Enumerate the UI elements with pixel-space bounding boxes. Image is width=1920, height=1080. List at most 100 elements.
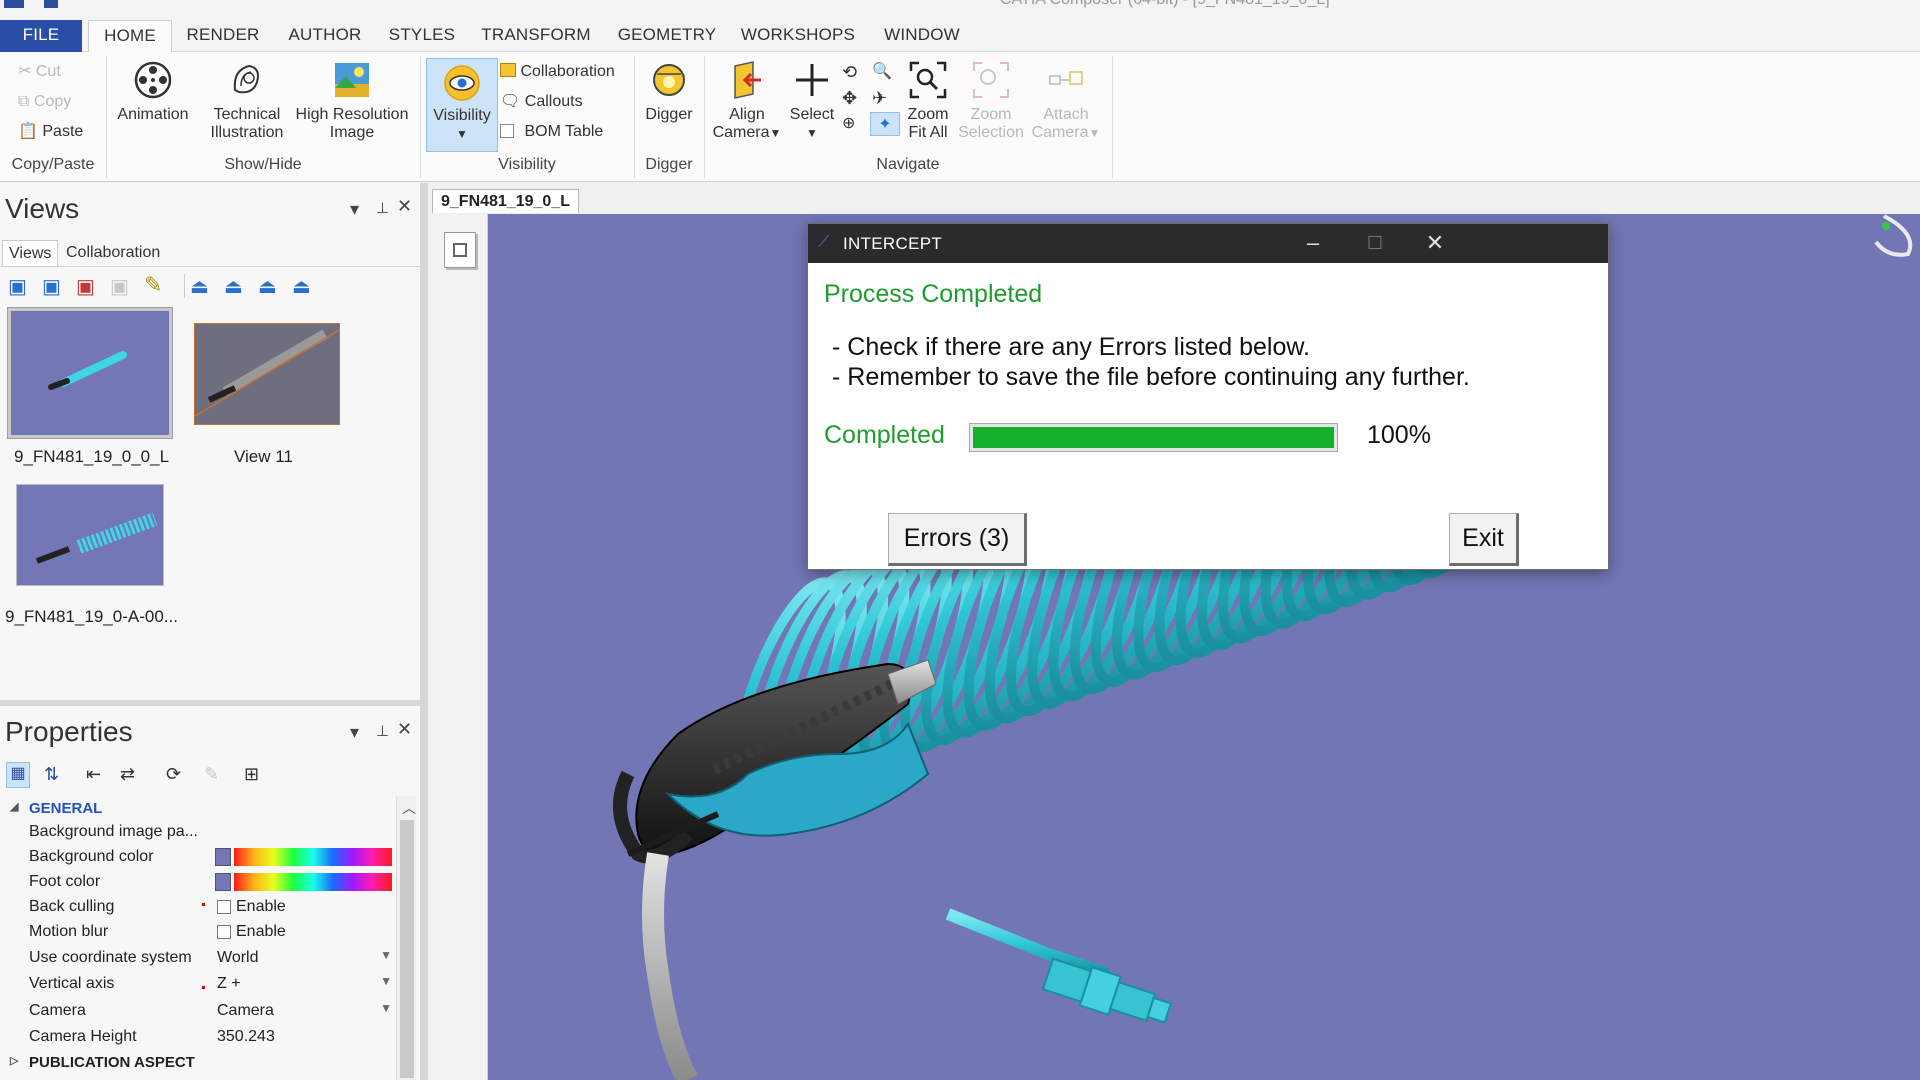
property-row[interactable]: Vertical axis Z + ▼: [0, 972, 400, 996]
property-row[interactable]: Use coordinate system World ▼: [0, 946, 400, 970]
tab-render[interactable]: RENDER: [182, 20, 264, 52]
pen-icon[interactable]: ✎: [204, 764, 219, 785]
create-view-icon[interactable]: ▣: [8, 274, 27, 299]
tab-window[interactable]: WINDOW: [876, 20, 968, 52]
section-publication-aspect[interactable]: ▷ PUBLICATION ASPECT: [0, 1052, 400, 1074]
zoom-selection-button[interactable]: Zoom Selection: [956, 60, 1026, 142]
panel-dropdown-icon[interactable]: ▾: [350, 722, 359, 743]
app-icon: [4, 0, 24, 8]
zoom-tool[interactable]: ⊕: [842, 112, 855, 136]
table-icon[interactable]: ⊞: [244, 764, 259, 785]
tab-author[interactable]: AUTHOR: [282, 20, 368, 52]
view-thumbnail[interactable]: [7, 307, 173, 439]
property-row[interactable]: Motion blur Enable: [0, 920, 400, 944]
brush-icon[interactable]: ✎: [144, 272, 162, 298]
camera-view-icon[interactable]: ⏏: [258, 274, 277, 299]
sort-az-icon[interactable]: ⇅: [44, 764, 59, 785]
tab-styles[interactable]: STYLES: [386, 20, 458, 52]
errors-button[interactable]: Errors (3): [888, 513, 1027, 566]
camera-view-icon[interactable]: ⏏: [224, 274, 243, 299]
tab-workshops[interactable]: WORKSHOPS: [738, 20, 858, 52]
dialog-titlebar[interactable]: ⟋ INTERCEPT – ☐ ✕: [808, 224, 1608, 263]
view-disabled-icon[interactable]: ▣: [110, 274, 129, 299]
property-row[interactable]: Background image pa...: [0, 820, 400, 844]
rotate-tool[interactable]: ⟲: [842, 60, 857, 84]
page-icon[interactable]: [444, 232, 476, 268]
walk-tool[interactable]: ✦: [870, 112, 900, 136]
categorized-icon[interactable]: ▦: [6, 762, 30, 788]
chevron-down-icon[interactable]: ▼: [380, 974, 392, 988]
minimize-icon[interactable]: –: [1298, 230, 1328, 256]
view-thumbnail-image: [17, 485, 163, 585]
attach-camera-button[interactable]: Attach Camera▼: [1026, 60, 1106, 142]
back-culling-checkbox[interactable]: [217, 900, 231, 914]
tab-collaboration[interactable]: Collaboration: [60, 240, 166, 266]
zoom-fit-all-button[interactable]: Zoom Fit All: [900, 60, 956, 142]
view-thumbnail[interactable]: [16, 484, 164, 586]
pan-tool[interactable]: ✥: [842, 86, 857, 110]
expand-icon[interactable]: ⇄: [120, 764, 135, 785]
property-row[interactable]: Camera Camera ▼: [0, 999, 400, 1023]
scrollbar-thumb[interactable]: [400, 820, 414, 1078]
tab-transform[interactable]: TRANSFORM: [476, 20, 596, 52]
callouts-button[interactable]: 🗨 Callouts: [500, 90, 583, 114]
chevron-down-icon[interactable]: ▼: [380, 1001, 392, 1015]
close-icon[interactable]: ✕: [397, 196, 412, 217]
collaboration-button[interactable]: Collaboration: [500, 60, 615, 84]
high-resolution-image-button[interactable]: High Resolution Image: [290, 60, 414, 142]
tab-home[interactable]: HOME: [88, 20, 172, 53]
save-icon[interactable]: [44, 0, 58, 8]
cut-button[interactable]: ✂ Cut: [18, 60, 61, 84]
refresh-icon[interactable]: ⟳: [166, 764, 181, 785]
camera-select[interactable]: Camera: [217, 1002, 274, 1020]
property-row[interactable]: Foot color: [0, 870, 400, 894]
chevron-down-icon[interactable]: ▼: [380, 948, 392, 962]
close-icon[interactable]: ✕: [397, 719, 412, 740]
color-picker[interactable]: [234, 848, 392, 866]
fly-tool[interactable]: ✈: [872, 86, 887, 110]
update-view-icon[interactable]: ▣: [42, 274, 61, 299]
pin-icon[interactable]: ⊥: [376, 722, 389, 740]
color-swatch[interactable]: [215, 873, 231, 891]
color-picker[interactable]: [234, 873, 392, 891]
tab-geometry[interactable]: GEOMETRY: [614, 20, 720, 52]
intercept-dialog: ⟋ INTERCEPT – ☐ ✕ Process Completed - Ch…: [807, 223, 1609, 570]
view-thumbnail[interactable]: [194, 323, 340, 425]
vertical-axis-select[interactable]: Z +: [217, 975, 241, 993]
panel-dropdown-icon[interactable]: ▾: [350, 199, 359, 220]
pin-icon[interactable]: ⊥: [376, 199, 389, 217]
motion-blur-checkbox[interactable]: [217, 925, 231, 939]
camera-view-icon[interactable]: ⏏: [190, 274, 209, 299]
select-button[interactable]: Select ▼: [786, 60, 838, 142]
tab-file[interactable]: FILE: [0, 20, 82, 52]
close-icon[interactable]: ✕: [1420, 230, 1450, 256]
section-general[interactable]: ◢ GENERAL: [0, 798, 400, 820]
color-swatch[interactable]: [215, 848, 231, 866]
camera-view-icon[interactable]: ⏏: [292, 274, 311, 299]
document-tab[interactable]: 9_FN481_19_0_L: [432, 189, 579, 213]
copy-button[interactable]: ⧉ Copy: [18, 90, 71, 114]
camera-height-field[interactable]: 350.243: [217, 1028, 275, 1046]
visibility-button[interactable]: Visibility ▼: [426, 58, 498, 152]
maximize-icon[interactable]: ☐: [1360, 233, 1390, 254]
digger-button[interactable]: Digger: [640, 60, 698, 124]
expand-triangle-icon[interactable]: ▷: [10, 1054, 18, 1067]
tab-views[interactable]: Views: [2, 240, 59, 266]
align-camera-button[interactable]: Align Camera▼: [706, 60, 788, 142]
property-row[interactable]: Camera Height 350.243: [0, 1025, 400, 1049]
delete-view-icon[interactable]: ▣: [76, 274, 95, 299]
panel-splitter[interactable]: [420, 183, 428, 1080]
checkbox-icon: [500, 124, 514, 138]
coordinate-system-select[interactable]: World: [217, 949, 259, 967]
animation-button[interactable]: Animation: [110, 60, 196, 124]
zoom-window-tool[interactable]: 🔍: [872, 60, 892, 84]
exit-button[interactable]: Exit: [1449, 513, 1519, 566]
bom-table-toggle[interactable]: BOM Table: [500, 120, 603, 144]
chevron-up-icon[interactable]: ︿: [402, 798, 416, 818]
property-row[interactable]: Back culling Enable: [0, 895, 400, 919]
collapse-triangle-icon[interactable]: ◢: [10, 800, 18, 813]
technical-illustration-button[interactable]: Technical Illustration: [200, 60, 294, 142]
collapse-icon[interactable]: ⇤: [86, 764, 101, 785]
paste-button[interactable]: 📋 Paste: [18, 120, 83, 144]
property-row[interactable]: Background color: [0, 845, 400, 869]
